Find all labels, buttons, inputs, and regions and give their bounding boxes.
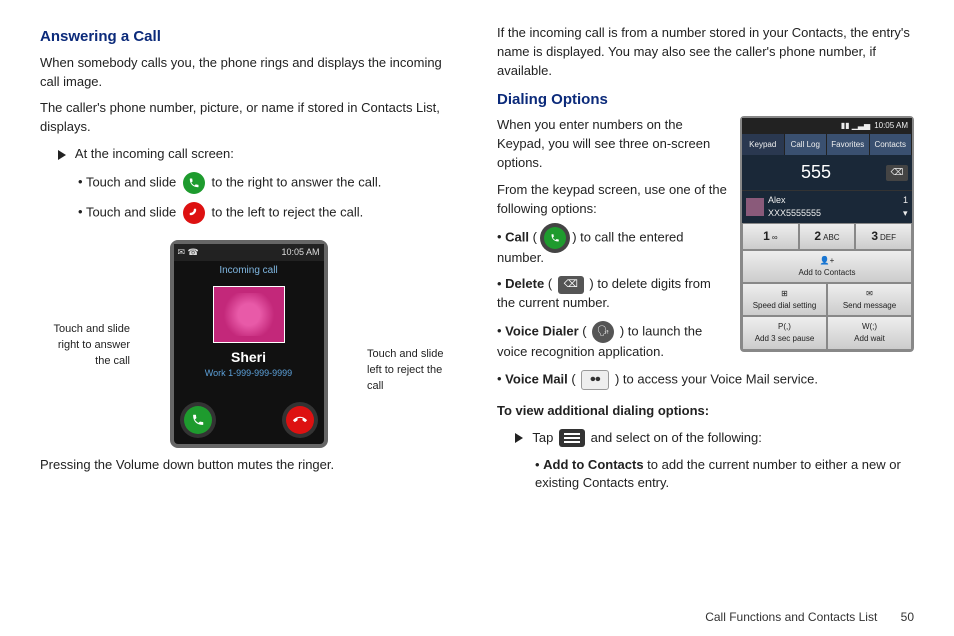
call-icon bbox=[544, 227, 566, 249]
key-1[interactable]: 1∞ bbox=[742, 223, 799, 250]
opt-vm-text: to access your Voice Mail service. bbox=[619, 371, 818, 386]
phone-keypad-mockup: ▮▮ ▁▃▅ 10:05 AM Keypad Call Log Favorite… bbox=[740, 116, 914, 351]
delete-icon: ⌫ bbox=[558, 276, 584, 294]
callout-reject: Touch and slide left to reject the call bbox=[367, 347, 457, 395]
tap-post: and select on of the following: bbox=[591, 430, 762, 445]
left-column: Answering a Call When somebody calls you… bbox=[40, 20, 457, 501]
tab-keypad[interactable]: Keypad bbox=[742, 134, 785, 156]
heading-dialing: Dialing Options bbox=[497, 89, 914, 111]
entered-number: 555 bbox=[746, 159, 886, 185]
action-send-message[interactable]: ✉Send message bbox=[827, 283, 912, 316]
callout-answer: Touch and slide right to answer the call bbox=[40, 322, 130, 370]
status-icons-left: ✉ ☎ bbox=[178, 246, 199, 259]
slide-right-line: Touch and slide to the right to answer t… bbox=[78, 172, 457, 194]
phone-figure-row: Touch and slide right to answer the call… bbox=[40, 232, 457, 452]
add-contacts-bold: Add to Contacts bbox=[543, 457, 643, 472]
status-time: 10:05 AM bbox=[281, 246, 319, 259]
backspace-button[interactable]: ⌫ bbox=[886, 165, 908, 181]
key-2[interactable]: 2ABC bbox=[799, 223, 856, 250]
slide-left-pre: Touch and slide bbox=[86, 204, 180, 219]
reject-button[interactable] bbox=[286, 406, 314, 434]
caller-name: Sheri bbox=[174, 347, 324, 367]
footer-section: Call Functions and Contacts List bbox=[705, 610, 877, 624]
slide-left-line: Touch and slide to the left to reject th… bbox=[78, 202, 457, 224]
status-time-2: 10:05 AM bbox=[874, 120, 908, 132]
page-footer: Call Functions and Contacts List 50 bbox=[705, 610, 914, 624]
phone-answer-icon bbox=[183, 172, 205, 194]
opt-vm-bold: Voice Mail bbox=[505, 371, 568, 386]
contact-avatar bbox=[746, 198, 764, 216]
contact-number: XXX5555555 bbox=[768, 207, 899, 220]
contact-count: 1▾ bbox=[903, 194, 908, 220]
tab-calllog[interactable]: Call Log bbox=[785, 134, 828, 156]
contact-name: Alex bbox=[768, 194, 899, 207]
incoming-label: Incoming call bbox=[174, 261, 324, 282]
action-speed-dial[interactable]: ⊞Speed dial setting bbox=[742, 283, 827, 316]
tab-contacts[interactable]: Contacts bbox=[870, 134, 913, 156]
triangle-icon bbox=[58, 150, 66, 160]
tap-line: Tap and select on of the following: bbox=[515, 429, 914, 448]
triangle-icon-2 bbox=[515, 433, 523, 443]
slide-right-post: to the right to answer the call. bbox=[212, 174, 382, 189]
slide-right-pre: Touch and slide bbox=[86, 174, 180, 189]
menu-icon bbox=[559, 429, 585, 447]
para-intro1: When somebody calls you, the phone rings… bbox=[40, 54, 457, 92]
opt-call-bold: Call bbox=[505, 229, 529, 244]
key-3[interactable]: 3DEF bbox=[855, 223, 912, 250]
phone-reject-icon bbox=[183, 202, 205, 224]
para-intro2: The caller's phone number, picture, or n… bbox=[40, 99, 457, 137]
action-add-wait[interactable]: W(;)Add wait bbox=[827, 316, 912, 349]
caller-number: Work 1-999-999-9999 bbox=[174, 367, 324, 380]
opt-vd-bold: Voice Dialer bbox=[505, 323, 578, 338]
heading-answering: Answering a Call bbox=[40, 26, 457, 48]
voice-mail-icon: ⏺⏺ bbox=[581, 370, 609, 390]
tab-favorites[interactable]: Favorites bbox=[827, 134, 870, 156]
phone-incoming-mockup: ✉ ☎ 10:05 AM Incoming call Sheri Work 1-… bbox=[170, 240, 328, 448]
status-signal-icon: ▮▮ ▁▃▅ bbox=[841, 120, 870, 132]
at-screen-line: At the incoming call screen: bbox=[58, 145, 457, 164]
at-screen-text: At the incoming call screen: bbox=[75, 146, 234, 161]
action-add-contacts[interactable]: 👤+Add to Contacts bbox=[742, 250, 912, 283]
para-incoming-contacts: If the incoming call is from a number st… bbox=[497, 24, 914, 81]
voice-dialer-icon: 🗣 bbox=[592, 321, 614, 343]
contact-suggestion[interactable]: Alex XXX5555555 1▾ bbox=[742, 190, 912, 223]
answer-button[interactable] bbox=[184, 406, 212, 434]
heading-additional: To view additional dialing options: bbox=[497, 402, 914, 421]
para-mute: Pressing the Volume down button mutes th… bbox=[40, 456, 457, 475]
opt-add-contacts: Add to Contacts to add the current numbe… bbox=[535, 456, 914, 494]
action-add-pause[interactable]: P(,)Add 3 sec pause bbox=[742, 316, 827, 349]
opt-delete-bold: Delete bbox=[505, 276, 544, 291]
caller-photo bbox=[213, 286, 285, 343]
right-column: If the incoming call is from a number st… bbox=[497, 20, 914, 501]
slide-left-post: to the left to reject the call. bbox=[212, 204, 364, 219]
opt-voice-mail: Voice Mail ( ⏺⏺ ) to access your Voice M… bbox=[497, 370, 914, 390]
footer-page-number: 50 bbox=[901, 610, 914, 624]
tap-pre: Tap bbox=[532, 430, 557, 445]
